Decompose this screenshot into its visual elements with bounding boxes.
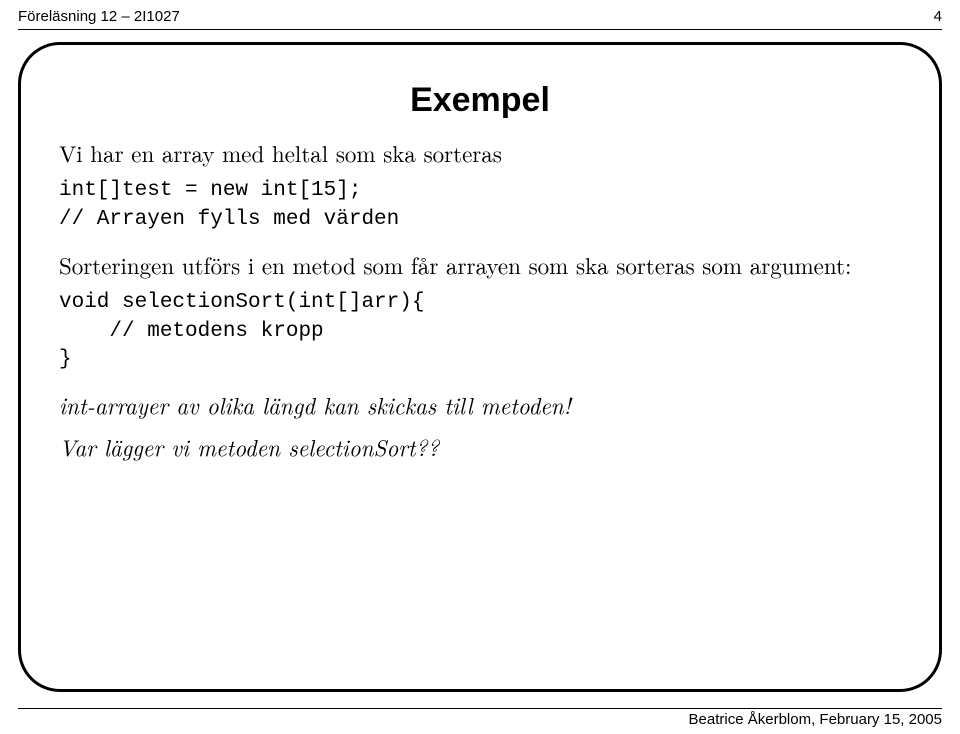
header-page-number: 4 [934,8,942,25]
sort-text: Sorteringen utförs i en metod som får ar… [59,248,901,281]
header-left: Föreläsning 12 – 2I1027 [18,8,180,25]
header-divider [18,29,942,30]
note-2: Var lägger vi metoden selectionSort?? [59,430,901,463]
intro-text: Vi har en array med heltal som ska sorte… [59,136,901,169]
footer-text: Beatrice Åkerblom, February 15, 2005 [18,711,942,734]
page-header: Föreläsning 12 – 2I1027 4 [0,0,960,27]
footer-divider [18,708,942,709]
slide-frame: Exempel Vi har en array med heltal som s… [18,42,942,692]
page-footer: Beatrice Åkerblom, February 15, 2005 [18,708,942,734]
code-block-2: void selectionSort(int[]arr){ // metoden… [59,289,901,374]
code-block-1: int[]test = new int[15]; // Arrayen fyll… [59,177,901,234]
slide-title: Exempel [59,81,901,120]
note-1: int-arrayer av olika längd kan skickas t… [59,388,901,421]
